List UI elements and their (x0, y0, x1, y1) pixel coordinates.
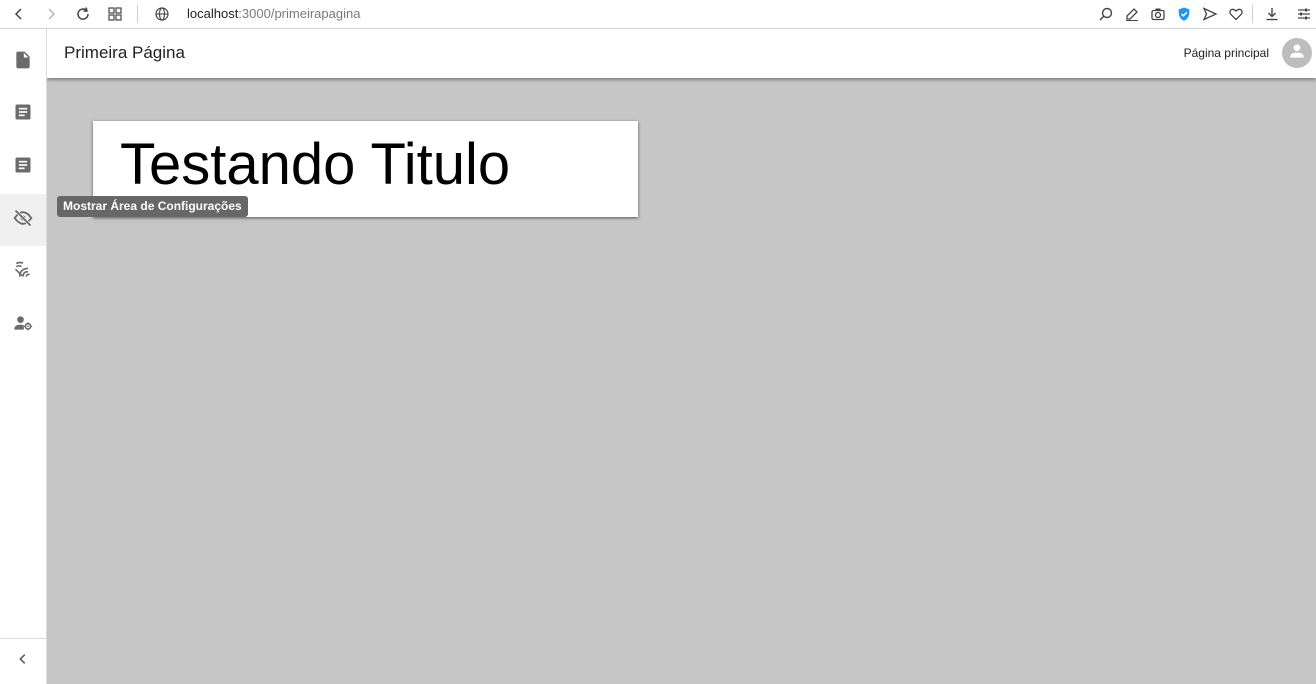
url-host: localhost (187, 6, 239, 21)
sidebar-item-manage-accounts[interactable] (0, 299, 46, 351)
forward-icon[interactable] (40, 3, 62, 25)
tabs-grid-icon[interactable] (104, 3, 126, 25)
chevron-left-icon (16, 652, 30, 671)
heart-icon[interactable] (1225, 3, 1247, 25)
shield-icon[interactable] (1173, 3, 1195, 25)
edit-icon[interactable] (1121, 3, 1143, 25)
search-zoom-icon[interactable] (1095, 3, 1117, 25)
browser-toolbar: localhost:3000/primeirapagina (0, 0, 1316, 29)
reload-icon[interactable] (72, 3, 94, 25)
sidebar (0, 29, 47, 684)
visibility-off-icon (13, 208, 33, 233)
back-icon[interactable] (8, 3, 30, 25)
sidebar-collapse-button[interactable] (0, 638, 46, 684)
download-icon[interactable] (1261, 3, 1283, 25)
article-icon (13, 102, 33, 127)
sidebar-item-article-2[interactable] (0, 141, 46, 193)
settings-sliders-icon[interactable] (1293, 3, 1315, 25)
avatar[interactable] (1282, 38, 1312, 68)
sidebar-item-settings-toggle[interactable] (0, 194, 46, 246)
home-link[interactable]: Página principal (1184, 46, 1269, 60)
account-circle-icon (1287, 41, 1307, 66)
sidebar-item-article-1[interactable] (0, 88, 46, 140)
settings-tooltip: Mostrar Área de Configurações (57, 196, 248, 217)
camera-icon[interactable] (1147, 3, 1169, 25)
file-icon (13, 50, 33, 75)
sidebar-item-signal[interactable] (0, 246, 46, 298)
address-bar[interactable]: localhost:3000/primeirapagina (187, 4, 360, 24)
wifi-tethering-off-icon (13, 260, 33, 285)
app-header: Primeira Página Página principal (47, 29, 1316, 78)
send-icon[interactable] (1199, 3, 1221, 25)
article-icon (13, 155, 33, 180)
url-path: :3000/primeirapagina (238, 6, 361, 21)
manage-accounts-icon (13, 313, 33, 338)
globe-icon (151, 3, 173, 25)
page-title: Primeira Página (64, 43, 185, 62)
card-title: Testando Titulo (120, 132, 511, 197)
sidebar-item-file[interactable] (0, 36, 46, 88)
